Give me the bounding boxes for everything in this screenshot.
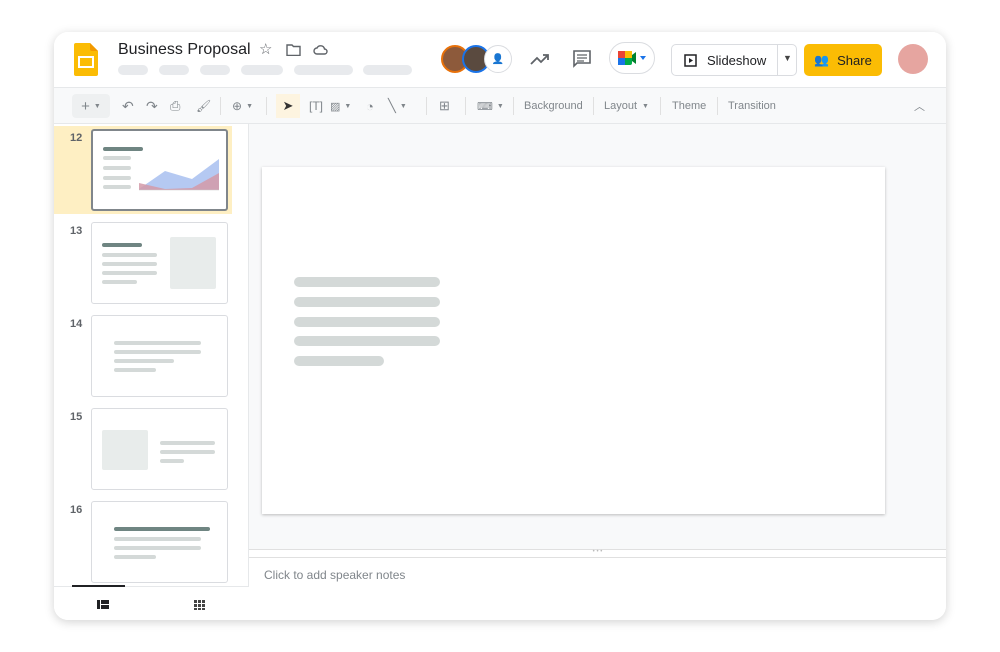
- more-collaborators-icon[interactable]: 👤: [484, 45, 512, 73]
- star-icon[interactable]: ☆: [259, 40, 272, 58]
- image-icon[interactable]: ▨ ▼: [330, 88, 351, 124]
- speaker-notes[interactable]: Click to add speaker notes: [249, 557, 946, 620]
- speaker-notes-placeholder: Click to add speaker notes: [264, 568, 406, 582]
- share-button[interactable]: 👥 Share: [804, 44, 882, 76]
- move-folder-icon[interactable]: [286, 44, 301, 56]
- menu-slide[interactable]: [363, 65, 412, 75]
- redo-icon[interactable]: ↷: [146, 88, 158, 124]
- layout-button[interactable]: Layout ▼: [604, 88, 649, 124]
- layout-label: Layout: [604, 100, 638, 112]
- toolbar: + ▼ ↶ ↷ ⎙ 🖌 ⊕ ▼ ➤ [T] ▨ ▼ ◔ ╲ ▼ ⊞ ⌨ ▼ Ba…: [54, 88, 946, 124]
- comments-icon[interactable]: [573, 50, 591, 68]
- slideshow-label: Slideshow: [707, 52, 767, 68]
- slide-thumbnail-16[interactable]: [91, 501, 228, 583]
- slide-number: 16: [70, 504, 83, 516]
- slide-number: 12: [70, 132, 83, 144]
- undo-icon[interactable]: ↶: [122, 88, 134, 124]
- shape-icon[interactable]: ◔: [366, 88, 374, 124]
- slide-canvas: • • •: [249, 124, 946, 557]
- slide-thumbnail-12[interactable]: [91, 129, 228, 211]
- current-slide[interactable]: [262, 167, 885, 514]
- slideshow-button[interactable]: Slideshow ▼: [671, 44, 797, 76]
- filmstrip: 12 13 14 15 16: [54, 124, 249, 620]
- theme-button[interactable]: Theme: [672, 88, 706, 124]
- paint-format-icon[interactable]: 🖌: [196, 88, 211, 124]
- slide-thumbnail-13[interactable]: [91, 222, 228, 304]
- menu-format[interactable]: [294, 65, 353, 75]
- area-chart-thumbnail: [139, 159, 219, 191]
- zoom-icon[interactable]: ⊕ ▼: [232, 88, 253, 124]
- transition-button[interactable]: Transition: [728, 88, 776, 124]
- meet-icon: [618, 51, 646, 65]
- share-label: Share: [837, 52, 872, 68]
- grid-view-icon[interactable]: [194, 600, 206, 610]
- present-icon: [684, 53, 697, 67]
- text-box-icon[interactable]: [T]: [309, 88, 323, 124]
- menu-edit[interactable]: [159, 65, 189, 75]
- account-avatar[interactable]: [898, 44, 928, 74]
- menu-insert[interactable]: [241, 65, 283, 75]
- document-title[interactable]: Business Proposal: [118, 41, 251, 59]
- slide-thumbnail-15[interactable]: [91, 408, 228, 490]
- notes-resize-handle[interactable]: • • •: [249, 549, 946, 557]
- activity-trend-icon[interactable]: [530, 52, 550, 66]
- slide-number: 14: [70, 318, 83, 330]
- select-tool-icon[interactable]: ➤: [276, 94, 300, 118]
- background-button[interactable]: Background: [524, 88, 583, 124]
- menu-view[interactable]: [200, 65, 230, 75]
- new-slide-button[interactable]: + ▼: [72, 94, 110, 118]
- menu-file[interactable]: [118, 65, 148, 75]
- meet-button[interactable]: [609, 42, 655, 74]
- slideshow-dropdown-icon[interactable]: ▼: [783, 53, 792, 63]
- view-switcher: [54, 585, 249, 620]
- people-icon: 👥: [814, 53, 830, 67]
- filmstrip-view-icon[interactable]: [97, 600, 109, 609]
- slide-thumbnail-14[interactable]: [91, 315, 228, 397]
- input-tools-icon[interactable]: ⌨ ▼: [477, 88, 504, 124]
- collapse-toolbar-icon[interactable]: ︿: [914, 88, 925, 124]
- slide-number: 15: [70, 411, 83, 423]
- print-icon[interactable]: ⎙: [170, 88, 180, 124]
- slide-number: 13: [70, 225, 83, 237]
- slides-logo-icon[interactable]: [74, 43, 98, 76]
- add-comment-icon[interactable]: ⊞: [439, 88, 450, 124]
- line-icon[interactable]: ╲ ▼: [388, 88, 407, 124]
- slides-window: Business Proposal ☆ 👤 Slideshow ▼ 👥 Share…: [54, 32, 946, 620]
- header: Business Proposal ☆ 👤 Slideshow ▼ 👥 Share: [54, 32, 946, 88]
- cloud-status-icon[interactable]: [313, 44, 328, 55]
